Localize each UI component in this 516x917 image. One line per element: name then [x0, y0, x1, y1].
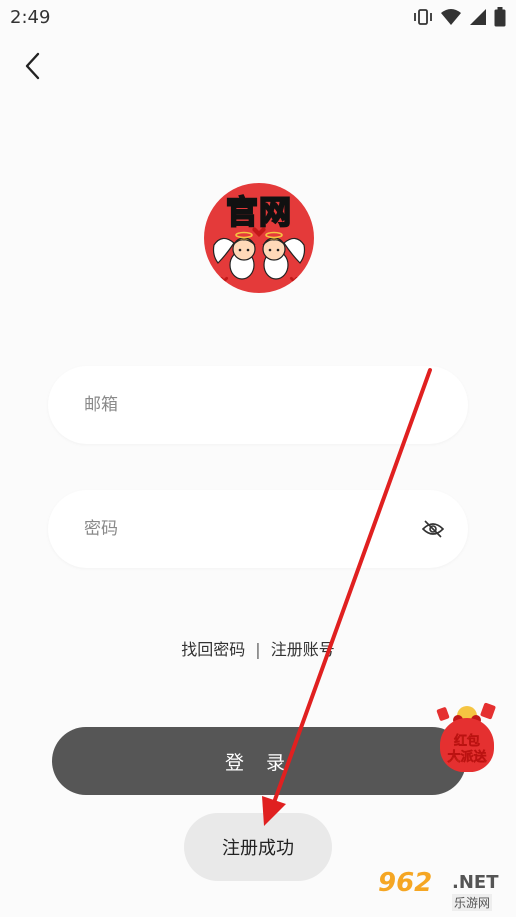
- login-button[interactable]: 登 录: [52, 727, 466, 795]
- toggle-password-visibility-button[interactable]: [420, 516, 446, 542]
- watermark-domain: .NET: [452, 872, 499, 893]
- battery-icon: [494, 7, 506, 27]
- links-separator: |: [255, 640, 261, 659]
- red-packet-line2: 大派送: [447, 750, 487, 766]
- back-button[interactable]: [14, 48, 50, 84]
- status-bar: 2:49: [0, 0, 516, 34]
- chevron-left-icon: [25, 52, 40, 80]
- watermark-number: 962: [378, 868, 433, 898]
- wifi-icon: [441, 9, 461, 25]
- password-input[interactable]: [82, 518, 420, 540]
- account-links: 找回密码 | 注册账号: [0, 636, 516, 660]
- register-link[interactable]: 注册账号: [271, 640, 335, 659]
- angel-logo: [212, 227, 306, 283]
- eye-slash-icon: [422, 520, 444, 538]
- toast-message: 注册成功: [184, 813, 332, 881]
- vibrate-icon: [414, 9, 432, 25]
- no-sim-icon: [470, 9, 486, 25]
- red-packet-ad[interactable]: 红包 大派送: [432, 700, 502, 776]
- watermark-site: 乐游网: [452, 894, 493, 911]
- red-packet-text: 红包 大派送: [432, 734, 502, 766]
- watermark: 962 .NET 乐游网: [378, 868, 508, 912]
- app-logo: 官网: [204, 183, 314, 293]
- status-icons: [412, 7, 506, 27]
- email-input[interactable]: [82, 394, 446, 416]
- red-packet-line1: 红包: [453, 734, 481, 750]
- email-field[interactable]: [48, 366, 468, 444]
- status-time: 2:49: [10, 6, 51, 28]
- password-field[interactable]: [48, 490, 468, 568]
- forgot-password-link[interactable]: 找回密码: [181, 640, 245, 659]
